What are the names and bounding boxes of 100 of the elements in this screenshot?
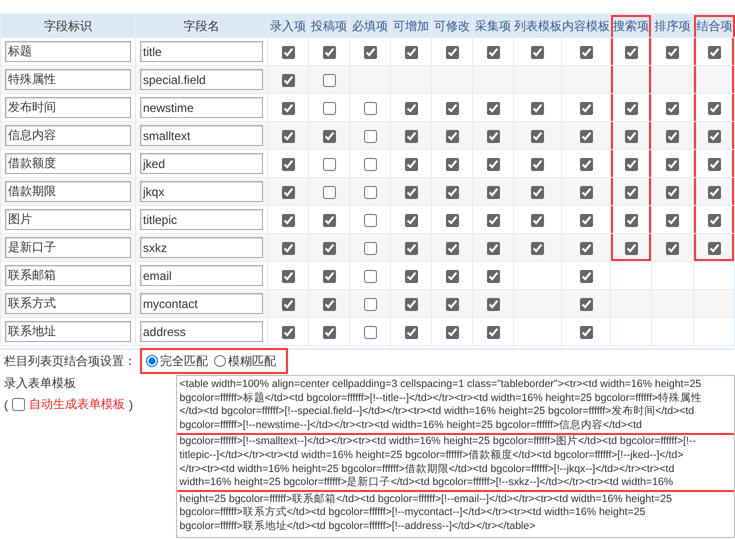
input-field[interactable]: smalltext [140, 125, 263, 146]
checkbox[interactable] [666, 46, 679, 59]
checkbox[interactable] [708, 130, 720, 143]
input-field[interactable]: 联系地址 [5, 321, 131, 342]
checkbox[interactable] [624, 242, 638, 255]
checkbox[interactable] [708, 158, 720, 171]
checkbox[interactable] [531, 158, 544, 171]
checkbox[interactable] [486, 270, 500, 283]
checkbox[interactable] [666, 102, 679, 115]
checkbox[interactable] [531, 102, 544, 115]
checkbox[interactable] [404, 130, 418, 143]
checkbox[interactable] [282, 242, 294, 255]
checkbox[interactable] [708, 186, 720, 199]
checkbox[interactable] [322, 270, 336, 283]
checkbox[interactable] [708, 102, 720, 115]
input-field[interactable]: 图片 [5, 209, 131, 230]
input-field[interactable]: jked [140, 153, 263, 174]
radio-button[interactable] [214, 355, 226, 367]
checkbox[interactable] [322, 158, 336, 171]
checkbox[interactable] [446, 214, 458, 227]
checkbox[interactable] [446, 102, 458, 115]
checkbox[interactable] [580, 46, 592, 59]
checkbox[interactable] [580, 270, 592, 283]
checkbox[interactable] [624, 158, 638, 171]
checkbox[interactable] [446, 270, 458, 283]
checkbox[interactable] [364, 214, 376, 227]
checkbox[interactable] [624, 214, 638, 227]
checkbox[interactable] [364, 158, 376, 171]
checkbox[interactable] [531, 242, 544, 255]
radio-button[interactable] [146, 355, 158, 367]
checkbox[interactable] [404, 102, 418, 115]
checkbox[interactable] [322, 130, 336, 143]
checkbox[interactable] [404, 298, 418, 311]
checkbox[interactable] [404, 270, 418, 283]
checkbox[interactable] [404, 214, 418, 227]
checkbox[interactable] [486, 326, 500, 339]
checkbox[interactable] [322, 298, 336, 311]
checkbox[interactable] [282, 74, 294, 87]
input-field[interactable]: mycontact [140, 293, 263, 314]
checkbox[interactable] [322, 46, 336, 59]
input-field[interactable]: sxkz [140, 237, 263, 258]
input-field[interactable]: 发布时间 [5, 97, 131, 118]
checkbox[interactable] [624, 186, 638, 199]
input-field[interactable]: 借款额度 [5, 153, 131, 174]
input-field[interactable]: 标题 [5, 41, 131, 62]
checkbox[interactable] [282, 158, 294, 171]
input-field[interactable]: jkqx [140, 181, 263, 202]
checkbox[interactable] [446, 158, 458, 171]
checkbox[interactable] [531, 186, 544, 199]
checkbox[interactable] [364, 298, 376, 311]
checkbox[interactable] [282, 102, 294, 115]
checkbox[interactable] [282, 214, 294, 227]
checkbox[interactable] [322, 242, 336, 255]
input-field[interactable]: special.field [140, 69, 263, 90]
checkbox[interactable] [404, 326, 418, 339]
checkbox[interactable] [486, 158, 500, 171]
checkbox[interactable] [282, 270, 294, 283]
checkbox[interactable] [624, 102, 638, 115]
input-field[interactable]: 信息内容 [5, 125, 131, 146]
checkbox[interactable] [486, 130, 500, 143]
checkbox[interactable] [580, 214, 592, 227]
checkbox[interactable] [486, 46, 500, 59]
checkbox[interactable] [364, 102, 376, 115]
template-field[interactable] [176, 375, 735, 538]
checkbox[interactable] [531, 214, 544, 227]
checkbox[interactable] [282, 326, 294, 339]
input-field[interactable]: 特殊属性 [5, 69, 131, 90]
checkbox[interactable] [486, 298, 500, 311]
checkbox[interactable] [446, 130, 458, 143]
input-field[interactable]: 借款期限 [5, 181, 131, 202]
checkbox[interactable] [446, 326, 458, 339]
checkbox[interactable] [322, 214, 336, 227]
checkbox[interactable] [531, 46, 544, 59]
checkbox[interactable] [531, 130, 544, 143]
checkbox[interactable] [446, 298, 458, 311]
checkbox[interactable] [486, 214, 500, 227]
input-field[interactable]: titlepic [140, 209, 263, 230]
checkbox[interactable] [322, 74, 336, 87]
checkbox[interactable] [486, 102, 500, 115]
input-field[interactable]: email [140, 265, 263, 286]
checkbox[interactable] [322, 326, 336, 339]
checkbox[interactable] [624, 130, 638, 143]
checkbox[interactable] [12, 398, 25, 411]
checkbox[interactable] [580, 186, 592, 199]
checkbox[interactable] [282, 298, 294, 311]
input-field[interactable]: address [140, 321, 263, 342]
checkbox[interactable] [580, 130, 592, 143]
checkbox[interactable] [364, 242, 376, 255]
checkbox[interactable] [404, 242, 418, 255]
input-field[interactable]: 联系方式 [5, 293, 131, 314]
input-field[interactable]: newstime [140, 97, 263, 118]
checkbox[interactable] [446, 46, 458, 59]
input-field[interactable]: title [140, 41, 263, 62]
checkbox[interactable] [580, 102, 592, 115]
checkbox[interactable] [580, 326, 592, 339]
checkbox[interactable] [708, 214, 720, 227]
checkbox[interactable] [666, 214, 679, 227]
checkbox[interactable] [282, 46, 294, 59]
checkbox[interactable] [580, 242, 592, 255]
checkbox[interactable] [364, 130, 376, 143]
